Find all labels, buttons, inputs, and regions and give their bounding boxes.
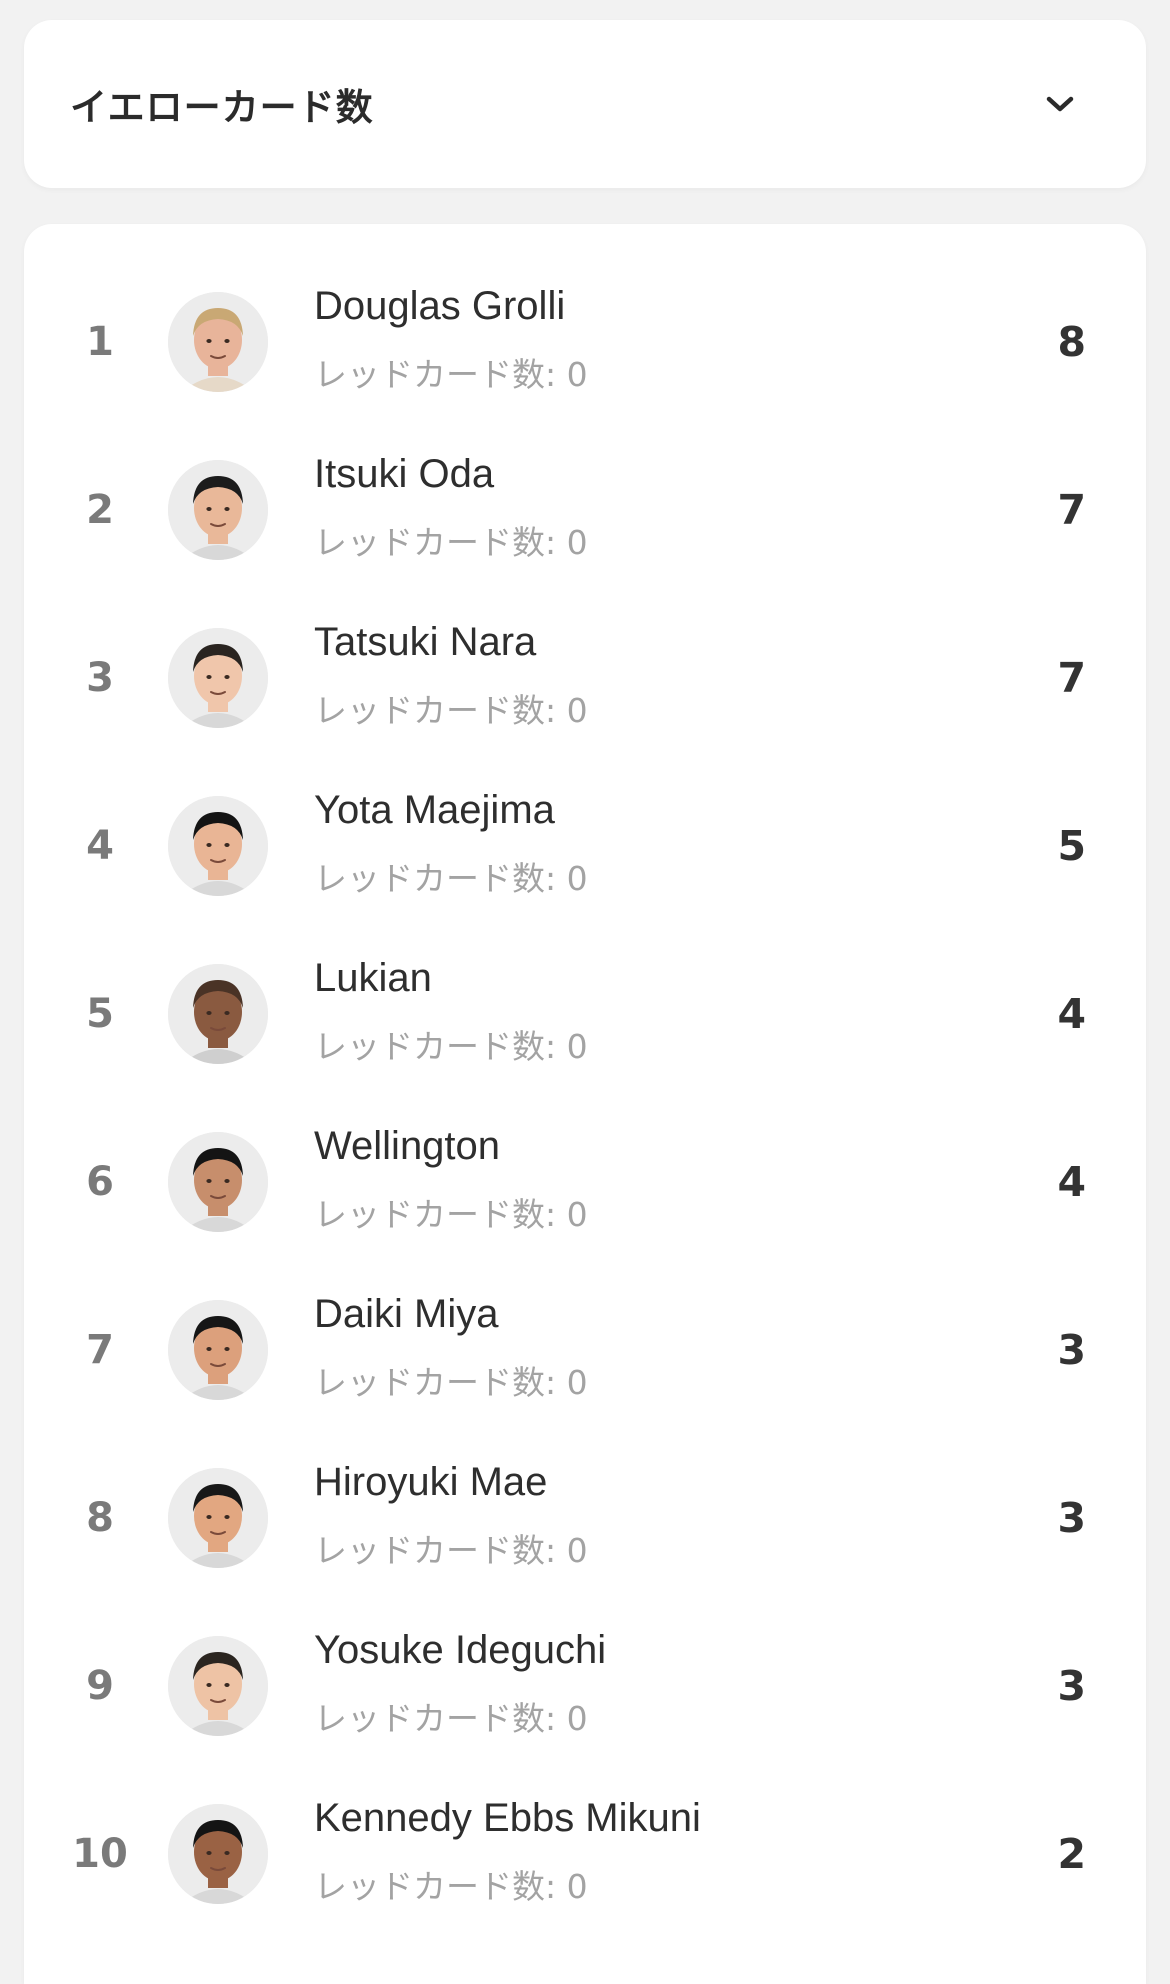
- player-row[interactable]: 6 Wellington レッドカード数: 0 4: [24, 1098, 1146, 1266]
- yellow-card-count: 4: [1057, 990, 1086, 1038]
- red-card-count: 0: [566, 1867, 588, 1906]
- player-avatar: [168, 628, 268, 728]
- rank-number: 1: [86, 319, 114, 365]
- player-avatar: [168, 1300, 268, 1400]
- red-card-count: 0: [566, 355, 588, 394]
- player-row[interactable]: 8 Hiroyuki Mae レッドカード数: 0 3: [24, 1434, 1146, 1602]
- rank-number: 5: [86, 991, 114, 1037]
- player-row[interactable]: 2 Itsuki Oda レッドカード数: 0 7: [24, 426, 1146, 594]
- yellow-card-count: 3: [1057, 1494, 1086, 1542]
- red-card-line: レッドカード数: 0: [314, 1188, 588, 1236]
- player-avatar: [168, 1804, 268, 1904]
- dropdown-selected-value: イエローカード数: [70, 86, 374, 129]
- red-card-count: 0: [566, 1699, 588, 1738]
- player-row[interactable]: 7 Daiki Miya レッドカード数: 0 3: [24, 1266, 1146, 1434]
- rank-number: 4: [86, 823, 114, 869]
- yellow-card-count: 3: [1057, 1326, 1086, 1374]
- rank-number: 8: [86, 1495, 114, 1541]
- player-row[interactable]: 1 Douglas Grolli レッドカード数: 0 8: [24, 258, 1146, 426]
- red-card-count: 0: [566, 523, 588, 562]
- player-avatar: [168, 1132, 268, 1232]
- yellow-card-count: 7: [1057, 654, 1086, 702]
- red-card-count: 0: [566, 1531, 588, 1570]
- red-card-label: レッドカード数:: [314, 859, 557, 898]
- rank-number: 2: [86, 487, 114, 533]
- player-avatar: [168, 964, 268, 1064]
- player-row[interactable]: 10 Kennedy Ebbs Mikuni レッドカード数: 0 2: [24, 1770, 1146, 1938]
- player-name: Yota Maejima: [314, 788, 555, 832]
- red-card-label: レッドカード数:: [314, 1531, 557, 1570]
- player-row[interactable]: 5 Lukian レッドカード数: 0 4: [24, 930, 1146, 1098]
- player-name: Yosuke Ideguchi: [314, 1628, 607, 1672]
- rank-number: 3: [86, 655, 114, 701]
- red-card-label: レッドカード数:: [314, 1867, 557, 1906]
- chevron-down-icon[interactable]: [1040, 84, 1080, 124]
- rank-number: 6: [86, 1159, 114, 1205]
- yellow-card-count: 4: [1057, 1158, 1086, 1206]
- red-card-count: 0: [566, 1363, 588, 1402]
- red-card-line: レッドカード数: 0: [314, 1356, 588, 1404]
- ranking-list: 1 Douglas Grolli レッドカード数: 0 8 2 Itsuki Oda レッド…: [24, 224, 1146, 1984]
- player-name: Lukian: [314, 956, 432, 1000]
- player-name: Douglas Grolli: [314, 284, 566, 328]
- rank-number: 7: [86, 1327, 114, 1373]
- red-card-label: レッドカード数:: [314, 691, 557, 730]
- red-card-line: レッドカード数: 0: [314, 1692, 588, 1740]
- red-card-count: 0: [566, 1195, 588, 1234]
- red-card-label: レッドカード数:: [314, 355, 557, 394]
- red-card-label: レッドカード数:: [314, 1027, 557, 1066]
- red-card-count: 0: [566, 1027, 588, 1066]
- player-avatar: [168, 460, 268, 560]
- player-row[interactable]: 3 Tatsuki Nara レッドカード数: 0 7: [24, 594, 1146, 762]
- red-card-label: レッドカード数:: [314, 1195, 557, 1234]
- player-avatar: [168, 1636, 268, 1736]
- red-card-label: レッドカード数:: [314, 1363, 557, 1402]
- yellow-card-count: 7: [1057, 486, 1086, 534]
- red-card-label: レッドカード数:: [314, 523, 557, 562]
- player-name: Wellington: [314, 1124, 501, 1168]
- player-row[interactable]: 9 Yosuke Ideguchi レッドカード数: 0 3: [24, 1602, 1146, 1770]
- yellow-card-count: 5: [1057, 822, 1086, 870]
- rank-number: 9: [86, 1663, 114, 1709]
- red-card-line: レッドカード数: 0: [314, 1020, 588, 1068]
- player-name: Kennedy Ebbs Mikuni: [314, 1796, 701, 1840]
- red-card-line: レッドカード数: 0: [314, 1860, 588, 1908]
- player-name: Itsuki Oda: [314, 452, 495, 496]
- red-card-count: 0: [566, 859, 588, 898]
- yellow-card-count: 2: [1057, 1830, 1086, 1878]
- player-name: Daiki Miya: [314, 1292, 499, 1336]
- red-card-line: レッドカード数: 0: [314, 684, 588, 732]
- red-card-line: レッドカード数: 0: [314, 348, 588, 396]
- stat-category-dropdown[interactable]: イエローカード数: [24, 20, 1146, 188]
- red-card-line: レッドカード数: 0: [314, 852, 588, 900]
- yellow-card-count: 3: [1057, 1662, 1086, 1710]
- player-name: Tatsuki Nara: [314, 620, 537, 664]
- red-card-label: レッドカード数:: [314, 1699, 557, 1738]
- yellow-card-count: 8: [1057, 318, 1086, 366]
- player-avatar: [168, 796, 268, 896]
- rank-number: 10: [72, 1831, 128, 1877]
- red-card-count: 0: [566, 691, 588, 730]
- red-card-line: レッドカード数: 0: [314, 1524, 588, 1572]
- player-name: Hiroyuki Mae: [314, 1460, 548, 1504]
- player-row[interactable]: 4 Yota Maejima レッドカード数: 0 5: [24, 762, 1146, 930]
- red-card-line: レッドカード数: 0: [314, 516, 588, 564]
- player-avatar: [168, 292, 268, 392]
- player-avatar: [168, 1468, 268, 1568]
